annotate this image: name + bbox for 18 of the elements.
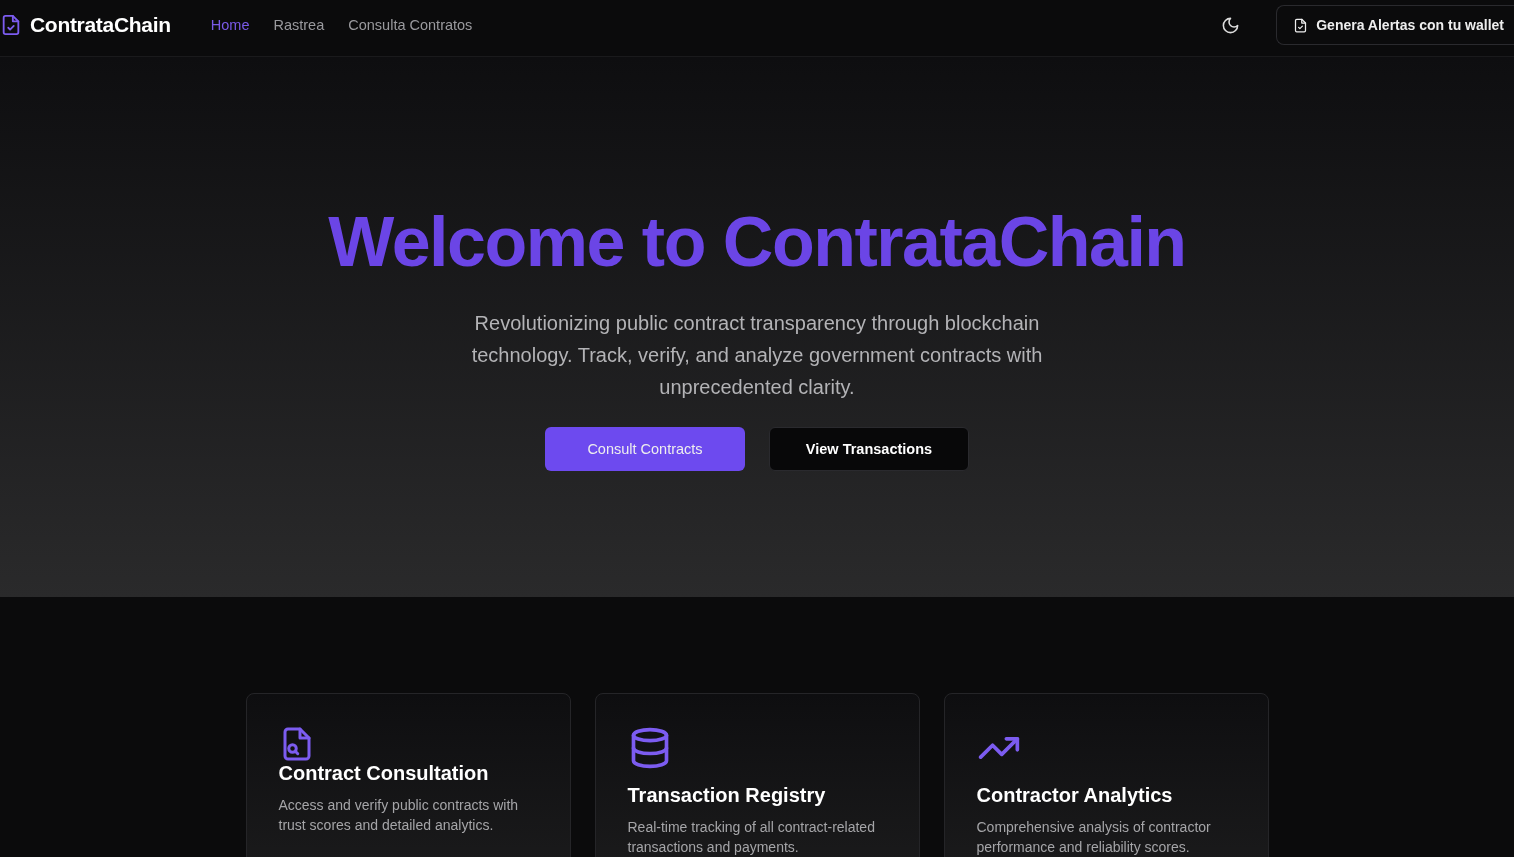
feature-title: Transaction Registry — [627, 784, 827, 807]
wallet-alerts-button[interactable]: Genera Alertas con tu wallet — [1276, 5, 1514, 45]
feature-description: Comprehensive analysis of contractor performance and reliability scores. — [976, 818, 1212, 857]
document-check-icon — [0, 14, 22, 36]
moon-icon[interactable] — [1221, 15, 1241, 35]
nav-link[interactable]: Home — [210, 17, 250, 33]
consult-button[interactable]: Consult Contracts — [545, 427, 745, 471]
transactions-button[interactable]: View Transactions — [769, 427, 969, 471]
nav-link[interactable]: Consulta Contratos — [348, 17, 473, 33]
feature-title: Contract Consultation — [278, 762, 490, 785]
hero-subtitle: Revolutionizing public contract transparency through blockchain technology. Track, verify, and analyze government contracts with unprecedented clarity. — [470, 311, 1044, 400]
nav-link[interactable]: Rastrea — [273, 17, 325, 33]
document-check-icon — [1293, 17, 1309, 33]
feature-title: Contractor Analytics — [976, 784, 1174, 807]
brand-name[interactable]: ContrataChain — [30, 13, 171, 37]
hero-title: Welcome to ContrataChain — [328, 207, 1186, 277]
feature-description: Access and verify public contracts with trust scores and detailed analytics. — [278, 796, 520, 835]
feature-description: Real-time tracking of all contract-related transactions and payments. — [627, 818, 876, 857]
